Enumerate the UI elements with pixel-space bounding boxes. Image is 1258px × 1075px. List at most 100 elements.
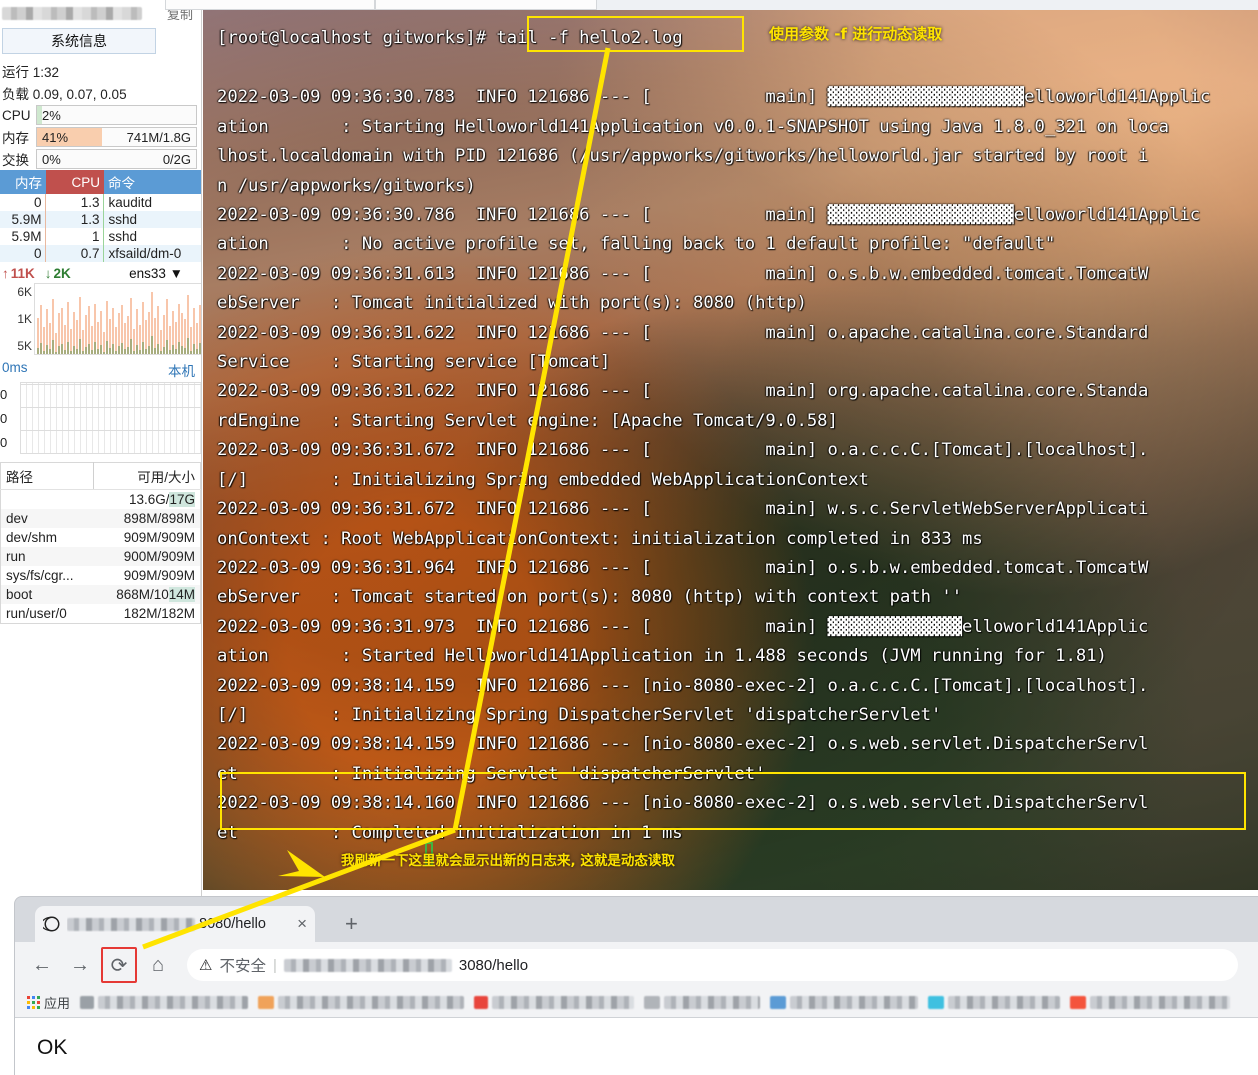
disk-path: run/user/0 xyxy=(6,606,67,621)
network-axis-tick: 6K xyxy=(17,285,32,299)
network-download-value: 2K xyxy=(53,266,71,281)
bookmark-item[interactable] xyxy=(770,996,919,1009)
process-col-memory[interactable]: 内存 xyxy=(0,170,46,194)
bookmarks-bar: 应用 xyxy=(15,988,1258,1018)
forward-button[interactable]: → xyxy=(63,948,97,982)
bookmark-item[interactable] xyxy=(474,996,635,1009)
browser-window[interactable]: 8080/hello × + ← → ⟳ ⌂ ⚠ 不安全 | 3080/hell… xyxy=(14,896,1258,1075)
new-log-highlight-box xyxy=(220,772,1246,830)
table-row[interactable]: 5.9M 1 sshd xyxy=(0,228,201,245)
process-col-command[interactable]: 命令 xyxy=(103,170,201,194)
disk-path xyxy=(1,490,94,510)
browser-navbar: ← → ⟳ ⌂ ⚠ 不安全 | 3080/hello xyxy=(15,942,1258,988)
process-cpu: 1.3 xyxy=(45,211,104,228)
terminal-window[interactable]: [root@localhost gitworks]# tail -f hello… xyxy=(203,10,1258,890)
url-suffix: 3080/hello xyxy=(458,956,529,974)
process-command: sshd xyxy=(103,211,201,228)
window-tab[interactable] xyxy=(597,0,1258,10)
disk-path: sys/fs/cgr... xyxy=(6,568,74,583)
disk-path: boot xyxy=(0,585,94,604)
table-row[interactable]: dev 898M/898M xyxy=(0,509,201,528)
network-axis-tick: 5K xyxy=(17,339,32,353)
system-monitor-sidebar: 复制 系统信息 运行 1:32 负载 0.09, 0.07, 0.05 CPU … xyxy=(0,0,202,920)
page-body-text: OK xyxy=(37,1036,68,1059)
bookmark-label xyxy=(1090,996,1231,1009)
swap-label: 交换 xyxy=(2,153,29,168)
disk-usage: 182M/182M xyxy=(123,606,195,621)
bookmark-item[interactable] xyxy=(80,996,249,1009)
table-row[interactable]: run/user/0 182M/182M xyxy=(1,604,201,624)
system-info-button[interactable]: 系统信息 xyxy=(2,28,156,54)
network-graph-wrapper: 6K 1K 5K xyxy=(0,283,201,355)
bookmark-item[interactable] xyxy=(644,996,761,1009)
security-label: 不安全 xyxy=(219,958,266,975)
close-icon[interactable]: × xyxy=(297,914,307,934)
browser-tab-title: 8080/hello xyxy=(67,916,291,932)
swap-usage-value: 0% xyxy=(42,151,61,167)
browser-page-content: OK xyxy=(15,1018,1258,1075)
memory-usage-bar: 41% 741M/1.8G xyxy=(36,127,197,147)
apps-shortcut[interactable]: 应用 xyxy=(27,993,70,1012)
table-row[interactable]: boot 868M/1014M xyxy=(0,585,201,604)
redacted-url-host xyxy=(283,958,452,972)
home-button[interactable]: ⌂ xyxy=(141,948,175,982)
process-col-cpu[interactable]: CPU xyxy=(45,170,104,194)
ping-graph-wrapper: 0 0 0 xyxy=(0,382,201,454)
reload-button[interactable]: ⟳ xyxy=(101,947,137,983)
disk-usage: 898M/898M xyxy=(93,509,201,528)
window-chrome-strip xyxy=(165,0,1258,10)
cpu-usage-row: CPU 2% xyxy=(0,104,201,126)
table-row[interactable]: 5.9M 1.3 sshd xyxy=(0,211,201,228)
swap-usage-detail: 0/2G xyxy=(162,151,191,167)
bookmark-item[interactable] xyxy=(1070,996,1231,1009)
cpu-label: CPU xyxy=(2,107,31,123)
process-memory: 5.9M xyxy=(11,229,42,244)
bottom-annotation-note: 我刷新一下这里就会显示出新的日志来, 这就是动态读取 xyxy=(341,853,675,869)
disk-col-size[interactable]: 可用/大小 xyxy=(93,462,201,490)
network-axis-tick: 1K xyxy=(17,312,32,326)
bookmark-label xyxy=(948,996,1061,1009)
back-button[interactable]: ← xyxy=(25,948,59,982)
network-graph-axis: 6K 1K 5K xyxy=(0,283,34,355)
window-tab[interactable] xyxy=(375,0,597,10)
network-header: ↑ 11K ↓ 2K ens33 ▼ xyxy=(0,262,201,283)
process-cpu: 1 xyxy=(45,228,104,245)
address-bar[interactable]: ⚠ 不安全 | 3080/hello xyxy=(187,949,1238,981)
command-highlight-box xyxy=(527,16,744,52)
window-tab[interactable] xyxy=(165,0,375,10)
cpu-usage-bar: 2% xyxy=(36,105,197,125)
disk-usage: 909M/909M xyxy=(123,568,195,583)
redacted-host xyxy=(67,917,195,931)
divider xyxy=(0,454,201,462)
disk-col-path[interactable]: 路径 xyxy=(0,462,94,490)
bookmark-item[interactable] xyxy=(928,996,1061,1009)
browser-tab[interactable]: 8080/hello × xyxy=(35,906,315,942)
process-cpu: 0.7 xyxy=(45,245,104,262)
ping-graph-axis: 0 0 0 xyxy=(0,382,20,454)
new-tab-button[interactable]: + xyxy=(345,913,358,935)
network-interface-name: ens33 xyxy=(129,266,166,281)
top-annotation-note: 使用参数 -f 进行动态读取 xyxy=(769,25,943,43)
disk-path: dev/shm xyxy=(6,530,58,545)
process-memory: 0 xyxy=(0,245,46,262)
process-cpu: 1.3 xyxy=(45,194,104,211)
chevron-down-icon[interactable]: ▼ xyxy=(170,266,183,281)
swap-usage-row: 交换 0% 0/2G xyxy=(0,148,201,170)
ping-host-label[interactable]: 本机 xyxy=(168,360,195,380)
ping-axis-tick: 0 xyxy=(0,386,8,402)
network-interface-select[interactable]: ens33 ▼ xyxy=(129,266,183,281)
terminal-log-lines: 2022-03-09 09:36:30.783 INFO 121686 --- … xyxy=(217,87,1211,843)
table-row[interactable]: run 900M/909M xyxy=(0,547,201,566)
globe-favicon-icon xyxy=(43,916,60,932)
table-row[interactable]: dev/shm 909M/909M xyxy=(1,528,201,547)
table-row[interactable]: 0 1.3 kauditd xyxy=(0,194,201,211)
table-row[interactable]: sys/fs/cgr... 909M/909M xyxy=(1,566,201,585)
disk-usage: 900M/909M xyxy=(93,547,201,566)
table-row[interactable]: 13.6G/17G xyxy=(1,490,201,510)
bookmark-item[interactable] xyxy=(258,996,465,1009)
disk-path: dev xyxy=(0,509,94,528)
memory-usage-value: 41% xyxy=(42,129,69,145)
table-row[interactable]: 0 0.7 xfsaild/dm-0 xyxy=(0,245,201,262)
disk-usage: 868M/1014M xyxy=(93,585,201,604)
cpu-usage-value: 2% xyxy=(42,107,61,123)
